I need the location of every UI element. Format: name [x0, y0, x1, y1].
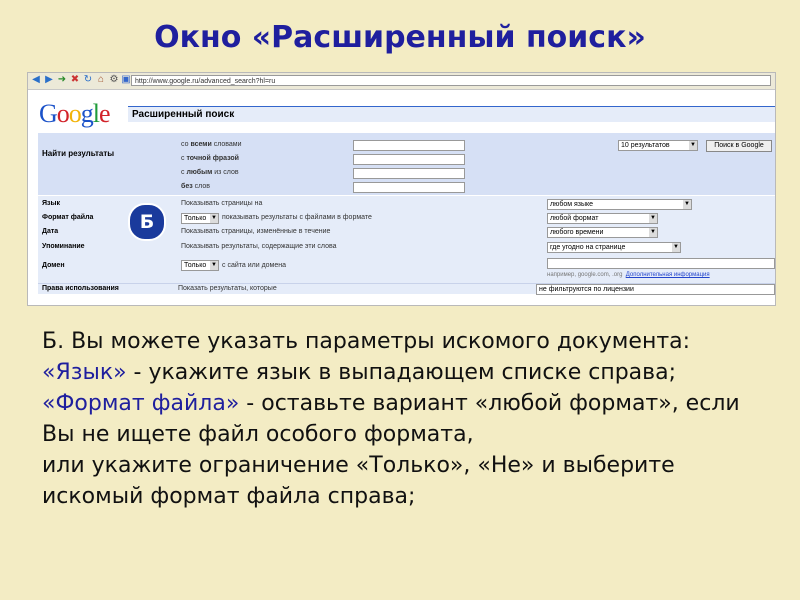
find-row-without-words: без слов: [181, 183, 210, 190]
back-icon[interactable]: ◀: [31, 75, 41, 85]
chevron-down-icon: ▼: [210, 214, 218, 223]
language-select[interactable]: любом языке ▼: [547, 199, 692, 210]
page-icon: ▣: [121, 74, 131, 85]
usage-rights-select[interactable]: не фильтруются по лицензии: [536, 284, 775, 295]
without-words-input[interactable]: [353, 182, 465, 193]
find-row-any-words: с любым из слов: [181, 169, 239, 176]
chevron-down-icon: ▼: [649, 214, 657, 223]
language-paragraph: «Язык» - укажите язык в выпадающем списк…: [42, 360, 677, 385]
any-words-input[interactable]: [353, 168, 465, 179]
format-term: «Формат файла»: [42, 391, 240, 416]
explanation-text: Б. Вы можете указать параметры искомого …: [42, 326, 762, 512]
browser-screenshot: ◀ ▶ ➜ ✖ ↻ ⌂ ⚙ ▣ http://www.google.ru/adv…: [27, 72, 776, 306]
language-label: Язык: [42, 200, 60, 207]
domain-label: Домен: [42, 262, 65, 269]
browser-toolbar: ◀ ▶ ➜ ✖ ↻ ⌂ ⚙ ▣ http://www.google.ru/adv…: [28, 73, 775, 90]
find-results-block: Найти результаты со всеми словами с точн…: [38, 133, 775, 195]
find-row-all-words: со всеми словами: [181, 141, 242, 148]
file-format-label: Формат файла: [42, 214, 94, 221]
slide-title: Окно «Расширенный поиск»: [154, 20, 646, 55]
logo-letter: G: [39, 99, 58, 128]
file-format-mode-select[interactable]: Только ▼: [181, 213, 219, 224]
occurrence-select[interactable]: где угодно на странице ▼: [547, 242, 681, 253]
logo-letter: o: [56, 99, 70, 128]
restriction-paragraph: или укажите ограничение «Только», «Не» и…: [42, 453, 675, 509]
file-format-select[interactable]: любой формат ▼: [547, 213, 658, 224]
domain-text: с сайта или домена: [222, 262, 287, 269]
google-search-button[interactable]: Поиск в Google: [706, 140, 772, 152]
logo-letter: g: [80, 99, 94, 128]
occurrence-text: Показывать результаты, содержащие эти сл…: [181, 243, 337, 250]
more-info-link[interactable]: Дополнительная информация: [626, 272, 710, 278]
intro-line: Б. Вы можете указать параметры искомого …: [42, 329, 691, 354]
chevron-down-icon: ▼: [683, 200, 691, 209]
chevron-down-icon: ▼: [689, 141, 697, 150]
stop-icon[interactable]: ✖: [70, 75, 80, 85]
occurrence-label: Упоминание: [42, 243, 85, 250]
chevron-down-icon: ▼: [210, 261, 218, 270]
home-icon[interactable]: ⌂: [96, 75, 106, 85]
format-paragraph: «Формат файла» - оставьте вариант «любой…: [42, 391, 740, 447]
usage-rights-label: Права использования: [42, 285, 119, 292]
go-icon[interactable]: ➜: [57, 75, 67, 85]
usage-rights-row: Права использования Показать результаты,…: [38, 283, 775, 295]
logo-letter: e: [99, 99, 111, 128]
date-text: Показывать страницы, изменённые в течени…: [181, 228, 331, 235]
address-bar[interactable]: http://www.google.ru/advanced_search?hl=…: [131, 75, 771, 86]
exact-phrase-input[interactable]: [353, 154, 465, 165]
date-select[interactable]: любого времени ▼: [547, 227, 658, 238]
refresh-icon[interactable]: ↻: [83, 75, 93, 85]
google-logo: Google: [39, 99, 111, 129]
domain-hint: например, google.com, .org Дополнительна…: [547, 272, 710, 278]
results-count-select[interactable]: 10 результатов ▼: [618, 140, 698, 151]
language-text: Показывать страницы на: [181, 200, 263, 207]
settings-icon[interactable]: ⚙: [109, 75, 119, 85]
forward-icon[interactable]: ▶: [44, 75, 54, 85]
find-row-exact-phrase: с точной фразой: [181, 155, 239, 162]
advanced-search-header: Расширенный поиск: [128, 106, 775, 122]
callout-badge: Б: [128, 203, 166, 241]
find-results-label: Найти результаты: [42, 149, 115, 158]
chevron-down-icon: ▼: [649, 228, 657, 237]
language-term: «Язык»: [42, 360, 127, 385]
logo-letter: o: [68, 99, 82, 128]
domain-input[interactable]: [547, 258, 775, 269]
date-label: Дата: [42, 228, 59, 235]
usage-rights-text: Показать результаты, которые: [178, 285, 277, 292]
domain-mode-select[interactable]: Только ▼: [181, 260, 219, 271]
file-format-text: показывать результаты с файлами в формат…: [222, 214, 372, 221]
all-words-input[interactable]: [353, 140, 465, 151]
chevron-down-icon: ▼: [672, 243, 680, 252]
